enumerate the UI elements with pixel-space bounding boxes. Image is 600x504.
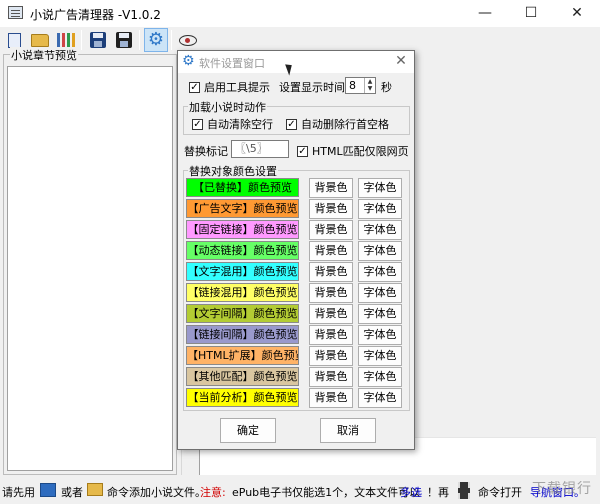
background-color-button[interactable]: 背景色 (309, 388, 353, 408)
checkbox-box[interactable]: ✓ (297, 145, 308, 157)
background-color-button[interactable]: 背景色 (309, 325, 353, 345)
font-color-button[interactable]: 字体色 (358, 199, 402, 219)
settings-dialog: ⚙ 软件设置窗口 ✕ ✓ 启用工具提示 设置显示时间 8 ▲ ▼ 秒 加载小说时动… (177, 50, 415, 450)
status-text: 或者 (61, 486, 83, 499)
display-time-unit: 秒 (381, 81, 392, 94)
chapter-preview-group: 小说章节预览 (3, 47, 177, 475)
font-color-button[interactable]: 字体色 (358, 304, 402, 324)
book-icon (40, 483, 56, 497)
preview-button[interactable] (176, 28, 200, 52)
font-color-button[interactable]: 字体色 (358, 178, 402, 198)
eye-icon (179, 34, 197, 46)
display-time-label: 设置显示时间 (279, 81, 345, 94)
font-color-button[interactable]: 字体色 (358, 241, 402, 261)
dialog-title: 软件设置窗口 (199, 57, 265, 70)
gear-icon: ⚙ (182, 53, 195, 69)
film-icon (458, 482, 470, 499)
save-as-button[interactable] (112, 28, 136, 52)
checkbox-box[interactable]: ✓ (192, 118, 203, 130)
replace-mark-input[interactable]: 〖\5〗 (231, 140, 289, 158)
auto-clear-blank-label: 自动清除空行 (207, 118, 273, 131)
save-icon (90, 32, 106, 48)
dialog-titlebar[interactable]: ⚙ 软件设置窗口 ✕ (178, 51, 414, 73)
color-preview-swatch: 【链接间隔】颜色预览 (186, 325, 299, 344)
background-color-button[interactable]: 背景色 (309, 241, 353, 261)
save-button[interactable] (86, 28, 110, 52)
color-preview-swatch: 【固定链接】颜色预览 (186, 220, 299, 239)
color-preview-swatch: 【HTML扩展】颜色预览 (186, 346, 299, 365)
background-color-button[interactable]: 背景色 (309, 220, 353, 240)
background-color-button[interactable]: 背景色 (309, 283, 353, 303)
spinner-arrows-icon[interactable]: ▲ ▼ (364, 78, 375, 93)
font-color-button[interactable]: 字体色 (358, 388, 402, 408)
color-preview-swatch: 【广告文字】颜色预览 (186, 199, 299, 218)
tooltip-checkbox-label: 启用工具提示 (204, 81, 270, 94)
auto-clear-blank-checkbox[interactable]: ✓ 自动清除空行 (192, 116, 273, 132)
background-color-button[interactable]: 背景色 (309, 367, 353, 387)
maximize-button[interactable]: ☐ (508, 0, 554, 27)
load-actions-title: 加载小说时动作 (188, 99, 267, 115)
color-preview-swatch: 【当前分析】颜色预览 (186, 388, 299, 407)
folder-icon (87, 483, 103, 496)
status-text: 请先用 (2, 486, 35, 499)
status-text: 命令添加小说文件。 (107, 486, 206, 499)
app-icon (8, 6, 23, 19)
background-color-button[interactable]: 背景色 (309, 346, 353, 366)
window-title: 小说广告清理器 -V1.0.2 (30, 8, 161, 22)
color-preview-swatch: 【动态链接】颜色预览 (186, 241, 299, 260)
cancel-button[interactable]: 取消 (320, 418, 376, 443)
load-actions-group: 加载小说时动作 ✓ 自动清除空行 ✓ 自动删除行首空格 (183, 99, 410, 135)
status-multi: 多选 (400, 486, 422, 499)
display-time-spinner[interactable]: 8 ▲ ▼ (345, 77, 376, 94)
save-as-icon (116, 32, 132, 48)
auto-delete-space-checkbox[interactable]: ✓ 自动删除行首空格 (286, 116, 389, 132)
color-preview-swatch: 【链接混用】颜色预览 (186, 283, 299, 302)
settings-button[interactable]: ⚙ (144, 28, 168, 52)
color-settings-title: 替换对象颜色设置 (188, 163, 278, 179)
document-icon (4, 32, 21, 53)
status-text: ！再 (427, 486, 449, 499)
books-icon (57, 32, 75, 48)
status-text: ePub电子书仅能选1个，文本文件可以 (232, 486, 421, 499)
dialog-close-button[interactable]: ✕ (392, 52, 410, 70)
background-color-button[interactable]: 背景色 (309, 199, 353, 219)
auto-delete-space-label: 自动删除行首空格 (301, 118, 389, 131)
watermark: 下载银行 (532, 481, 592, 497)
font-color-button[interactable]: 字体色 (358, 346, 402, 366)
toolbar-separator (81, 30, 82, 50)
chapter-preview-text[interactable] (7, 66, 173, 471)
font-color-button[interactable]: 字体色 (358, 283, 402, 303)
checkbox-box[interactable]: ✓ (286, 118, 297, 130)
checkbox-box[interactable]: ✓ (189, 81, 200, 93)
background-color-button[interactable]: 背景色 (309, 178, 353, 198)
gear-icon: ⚙ (147, 29, 165, 50)
minimize-button[interactable]: — (462, 0, 508, 27)
chapter-preview-title: 小说章节预览 (10, 47, 78, 63)
display-time-value[interactable]: 8 (349, 79, 356, 92)
window-titlebar: 小说广告清理器 -V1.0.2 — ☐ ✕ (0, 0, 600, 27)
font-color-button[interactable]: 字体色 (358, 367, 402, 387)
background-color-button[interactable]: 背景色 (309, 262, 353, 282)
folder-icon (31, 33, 49, 47)
close-button[interactable]: ✕ (554, 0, 600, 27)
tooltip-checkbox[interactable]: ✓ 启用工具提示 (189, 79, 270, 95)
font-color-button[interactable]: 字体色 (358, 220, 402, 240)
status-bar: 请先用 或者 命令添加小说文件。 注意: ePub电子书仅能选1个，文本文件可以… (0, 479, 600, 504)
toolbar-separator (171, 30, 172, 50)
replace-mark-label: 替换标记 (184, 145, 228, 158)
font-color-button[interactable]: 字体色 (358, 262, 402, 282)
color-preview-swatch: 【文字间隔】颜色预览 (186, 304, 299, 323)
toolbar-separator (139, 30, 140, 50)
html-only-label: HTML匹配仅限网页 (312, 145, 409, 158)
html-only-checkbox[interactable]: ✓ HTML匹配仅限网页 (297, 143, 409, 159)
font-color-button[interactable]: 字体色 (358, 325, 402, 345)
color-preview-swatch: 【已替换】颜色预览 (186, 178, 299, 197)
status-text: 命令打开 (478, 486, 522, 499)
color-preview-swatch: 【文字混用】颜色预览 (186, 262, 299, 281)
ok-button[interactable]: 确定 (220, 418, 276, 443)
background-color-button[interactable]: 背景色 (309, 304, 353, 324)
color-preview-swatch: 【其他匹配】颜色预览 (186, 367, 299, 386)
status-notice: 注意: (200, 486, 226, 499)
